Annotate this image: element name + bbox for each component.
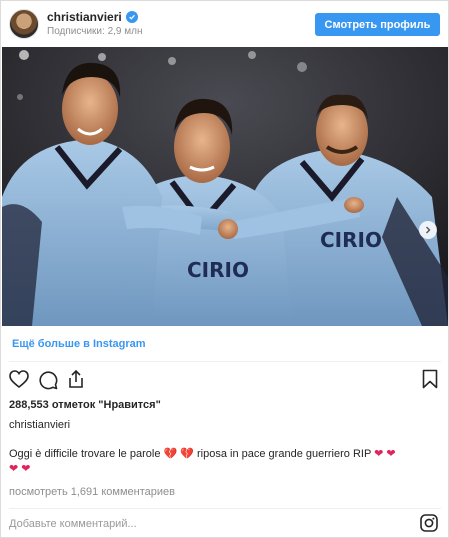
view-profile-button[interactable]: Смотреть профиль [315, 13, 440, 36]
share-icon[interactable] [67, 369, 85, 389]
heart-emoji: ❤ ❤ [374, 448, 396, 460]
more-on-instagram-link[interactable]: Ещё больше в Instagram [12, 338, 146, 350]
divider [9, 361, 441, 362]
caption-text: riposa in pace grande guerriero RIP [197, 448, 372, 460]
heart-icon[interactable] [9, 370, 29, 389]
instagram-embed-card: christianvieri Подписчики: 2,9 млн Смотр… [0, 0, 449, 538]
post-header: christianvieri Подписчики: 2,9 млн Смотр… [1, 1, 448, 45]
post-photo[interactable]: CIRIO CIRIO [2, 47, 448, 326]
divider [9, 508, 441, 509]
comment-icon[interactable] [38, 370, 58, 390]
next-photo-button[interactable] [419, 221, 437, 239]
followers-count: Подписчики: 2,9 млн [47, 26, 143, 37]
caption-author[interactable]: christianvieri [9, 419, 70, 431]
verified-badge-icon [125, 11, 138, 23]
chevron-right-icon [426, 226, 431, 234]
avatar[interactable] [9, 9, 39, 39]
svg-text:CIRIO: CIRIO [320, 228, 382, 252]
post-caption: Oggi è difficile trovare le parole 💔 💔 r… [9, 447, 439, 477]
view-comments-link[interactable]: посмотреть 1,691 комментариев [9, 486, 175, 498]
add-comment-input[interactable]: Добавьте комментарий... [9, 518, 137, 530]
bookmark-icon[interactable] [422, 369, 438, 389]
caption-text: Oggi è difficile trovare le parole [9, 448, 161, 460]
username-row: christianvieri [47, 10, 138, 24]
username[interactable]: christianvieri [47, 10, 122, 24]
svg-text:CIRIO: CIRIO [187, 258, 249, 282]
heart-emoji: ❤ ❤ [9, 463, 31, 475]
broken-heart-emoji: 💔 💔 [163, 448, 194, 460]
instagram-logo-icon[interactable] [420, 514, 438, 532]
likes-count[interactable]: 288,553 отметок "Нравится" [9, 399, 161, 411]
